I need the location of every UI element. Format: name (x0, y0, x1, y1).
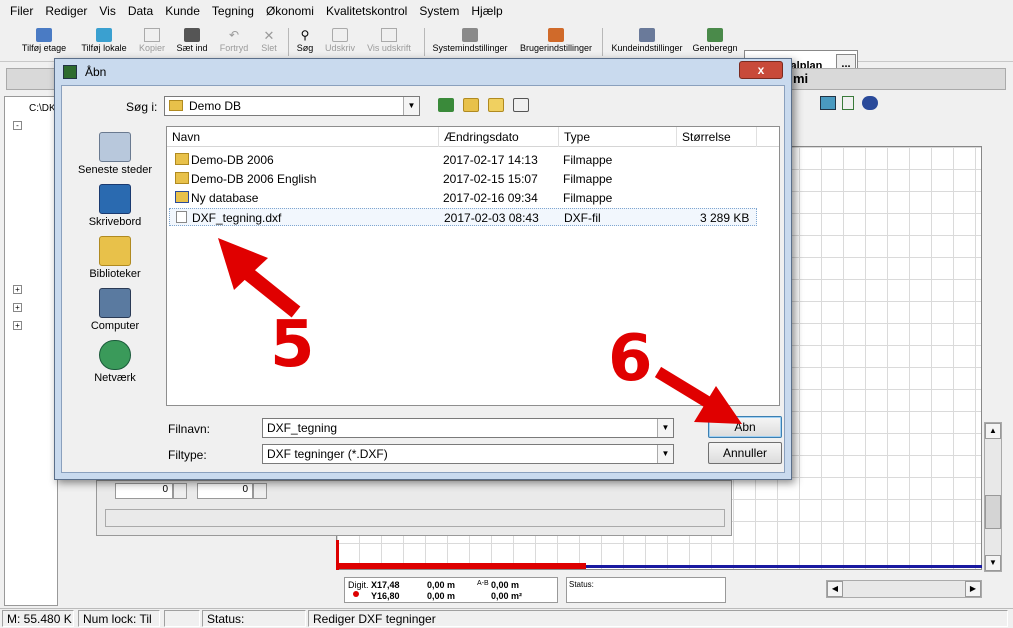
arrow-icon (218, 238, 301, 318)
arrow-icon (654, 366, 742, 424)
step-6-label: 6 (608, 322, 653, 396)
annotation-layer (218, 238, 742, 424)
step-5-label: 5 (270, 308, 315, 382)
